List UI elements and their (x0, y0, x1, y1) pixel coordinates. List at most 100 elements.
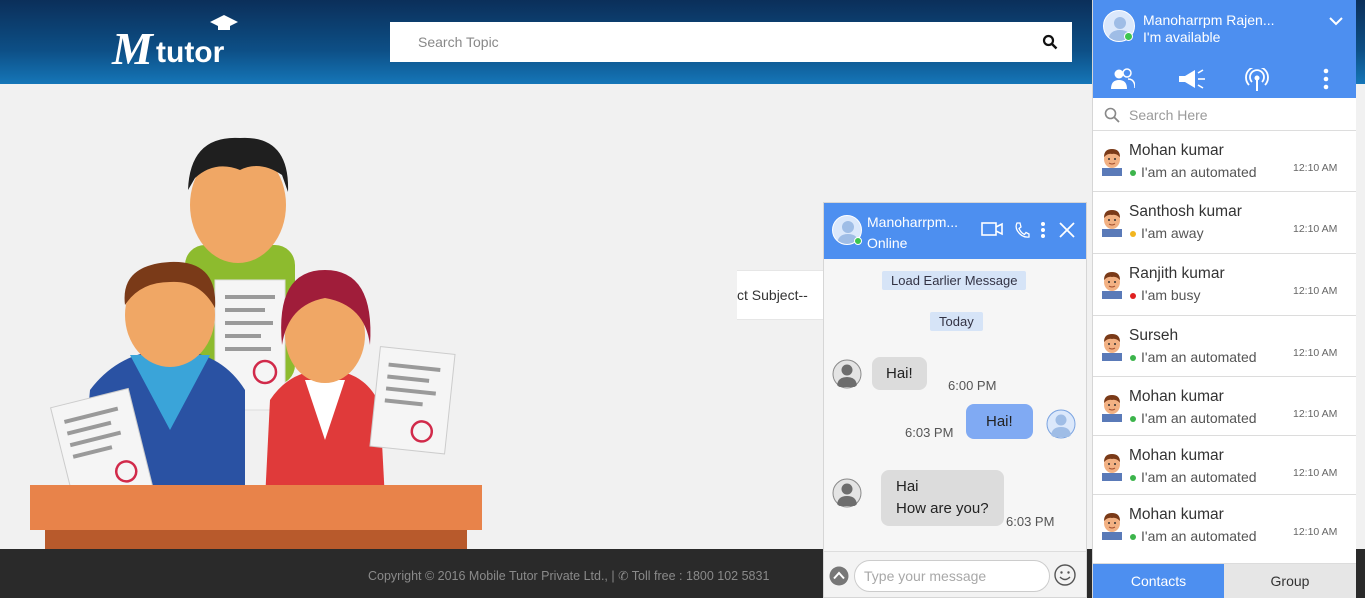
emoji-icon[interactable] (1054, 564, 1076, 586)
contact-name: Ranjith kumar (1129, 265, 1225, 282)
panel-tabs: Contacts Group (1093, 564, 1356, 598)
message-time: 6:00 PM (948, 378, 997, 393)
contact-list: Mohan kumar I'am an automated 12:10 AM Sant… (1093, 131, 1356, 564)
chat-messages: Load Earlier Message Today Hai! 6:00 PM … (824, 259, 1086, 549)
contact-status: I'am an automated (1141, 164, 1257, 180)
subject-select[interactable]: ct Subject-- (737, 270, 827, 320)
tab-contacts[interactable]: Contacts (1093, 564, 1224, 598)
message-bubble-incoming: Hai! (872, 357, 927, 390)
contact-name: Santhosh kumar (1129, 203, 1242, 220)
self-avatar (1046, 409, 1076, 439)
contact-avatar-icon (1102, 334, 1122, 361)
contact-time: 12:10 AM (1293, 526, 1338, 538)
message-time: 6:03 PM (905, 425, 954, 440)
my-name: Manoharrpm Rajen... (1143, 12, 1275, 28)
contacts-icon[interactable] (1111, 68, 1135, 90)
user-silhouette-icon (1046, 409, 1076, 439)
contact-time: 12:10 AM (1293, 223, 1338, 235)
svg-text:M: M (111, 23, 155, 74)
footer-copyright: Copyright © 2016 Mobile Tutor Private Lt… (368, 569, 770, 583)
topic-search-input[interactable] (390, 22, 1010, 62)
contact-search-input[interactable] (1129, 104, 1349, 126)
chat-contact-status: Online (867, 235, 908, 251)
mtutor-logo-icon: M tutor (111, 15, 238, 74)
contact-avatar-icon (1102, 149, 1122, 176)
contact-time: 12:10 AM (1293, 408, 1338, 420)
contact-list-item[interactable]: Santhosh kumar I'am away 12:10 AM (1093, 192, 1356, 254)
search-icon (1104, 107, 1120, 123)
message-input[interactable] (854, 560, 1050, 592)
topic-search (390, 22, 1072, 62)
panel-header: Manoharrpm Rajen... I'm available (1093, 0, 1356, 98)
contact-list-item[interactable]: Ranjith kumar I'am busy 12:10 AM (1093, 254, 1356, 316)
message-text: Hai! (986, 413, 1013, 430)
contact-avatar-icon (1102, 272, 1122, 299)
sender-avatar (832, 359, 862, 389)
presence-dot (1130, 231, 1136, 237)
contact-list-item[interactable]: Surseh I'am an automated 12:10 AM (1093, 316, 1356, 377)
mtutor-logo[interactable]: M tutor (110, 12, 250, 74)
online-indicator (1124, 32, 1133, 41)
chat-header: Manoharrpm... Online (824, 203, 1086, 259)
phone-call-icon[interactable] (1014, 221, 1030, 239)
message-bubble-outgoing: Hai! (966, 404, 1033, 439)
contact-list-item[interactable]: Mohan kumar I'am an automated 12:10 AM (1093, 377, 1356, 436)
students-illustration (30, 137, 482, 550)
subject-select-label: ct Subject-- (737, 287, 808, 303)
message-text: Hai! (886, 365, 913, 382)
user-silhouette-icon (832, 359, 862, 389)
close-icon[interactable] (1058, 221, 1076, 239)
contact-time: 12:10 AM (1293, 347, 1338, 359)
presence-dot (1130, 355, 1136, 361)
presence-dot (1130, 534, 1136, 540)
user-silhouette-icon (832, 478, 862, 508)
video-call-icon[interactable] (981, 221, 1003, 237)
presence-dot (1130, 416, 1136, 422)
contact-time: 12:10 AM (1293, 162, 1338, 174)
presence-dot (1130, 293, 1136, 299)
contact-search (1093, 98, 1356, 131)
contact-status: I'am an automated (1141, 410, 1257, 426)
presence-dot (1130, 475, 1136, 481)
date-chip: Today (930, 312, 983, 331)
contact-name: Surseh (1129, 327, 1179, 344)
broadcast-megaphone-icon[interactable] (1177, 68, 1207, 90)
contact-name: Mohan kumar (1129, 506, 1224, 523)
expand-up-icon[interactable] (829, 566, 849, 586)
podcast-signal-icon[interactable] (1245, 68, 1269, 92)
contact-list-item[interactable]: Mohan kumar I'am an automated 12:10 AM (1093, 131, 1356, 192)
message-text: How are you? (896, 500, 989, 517)
chevron-down-icon[interactable] (1328, 14, 1344, 28)
svg-text:tutor: tutor (156, 36, 225, 69)
sender-avatar (832, 478, 862, 508)
contact-list-item[interactable]: Mohan kumar I'am an automated 12:10 AM (1093, 436, 1356, 495)
more-options-icon[interactable] (1040, 221, 1046, 239)
chat-composer (824, 551, 1086, 597)
search-icon[interactable] (1042, 34, 1058, 50)
message-time: 6:03 PM (1006, 514, 1055, 529)
contact-avatar-icon (1102, 210, 1122, 237)
message-bubble-incoming: Hai How are you? (881, 470, 1004, 526)
contact-avatar-icon (1102, 513, 1122, 540)
contact-avatar-icon (1102, 454, 1122, 481)
contact-status: I'am away (1141, 225, 1204, 241)
contact-name: Mohan kumar (1129, 447, 1224, 464)
load-earlier-button[interactable]: Load Earlier Message (882, 271, 1027, 290)
contact-status: I'am an automated (1141, 469, 1257, 485)
contact-time: 12:10 AM (1293, 285, 1338, 297)
message-text: Hai (896, 478, 919, 495)
online-indicator (854, 237, 862, 245)
chat-window: Manoharrpm... Online Load Earlier Messag… (823, 202, 1087, 598)
my-status: I'm available (1143, 29, 1221, 45)
contact-status: I'am an automated (1141, 349, 1257, 365)
presence-dot (1130, 170, 1136, 176)
contact-name: Mohan kumar (1129, 388, 1224, 405)
contact-avatar-icon (1102, 395, 1122, 422)
contact-list-item[interactable]: Mohan kumar I'am an automated 12:10 AM (1093, 495, 1356, 564)
contact-name: Mohan kumar (1129, 142, 1224, 159)
contacts-panel: Manoharrpm Rajen... I'm available Mohan … (1092, 0, 1356, 598)
chat-contact-name: Manoharrpm... (867, 214, 959, 230)
more-options-icon[interactable] (1323, 68, 1329, 90)
tab-group[interactable]: Group (1224, 564, 1356, 598)
contact-status: I'am busy (1141, 287, 1201, 303)
